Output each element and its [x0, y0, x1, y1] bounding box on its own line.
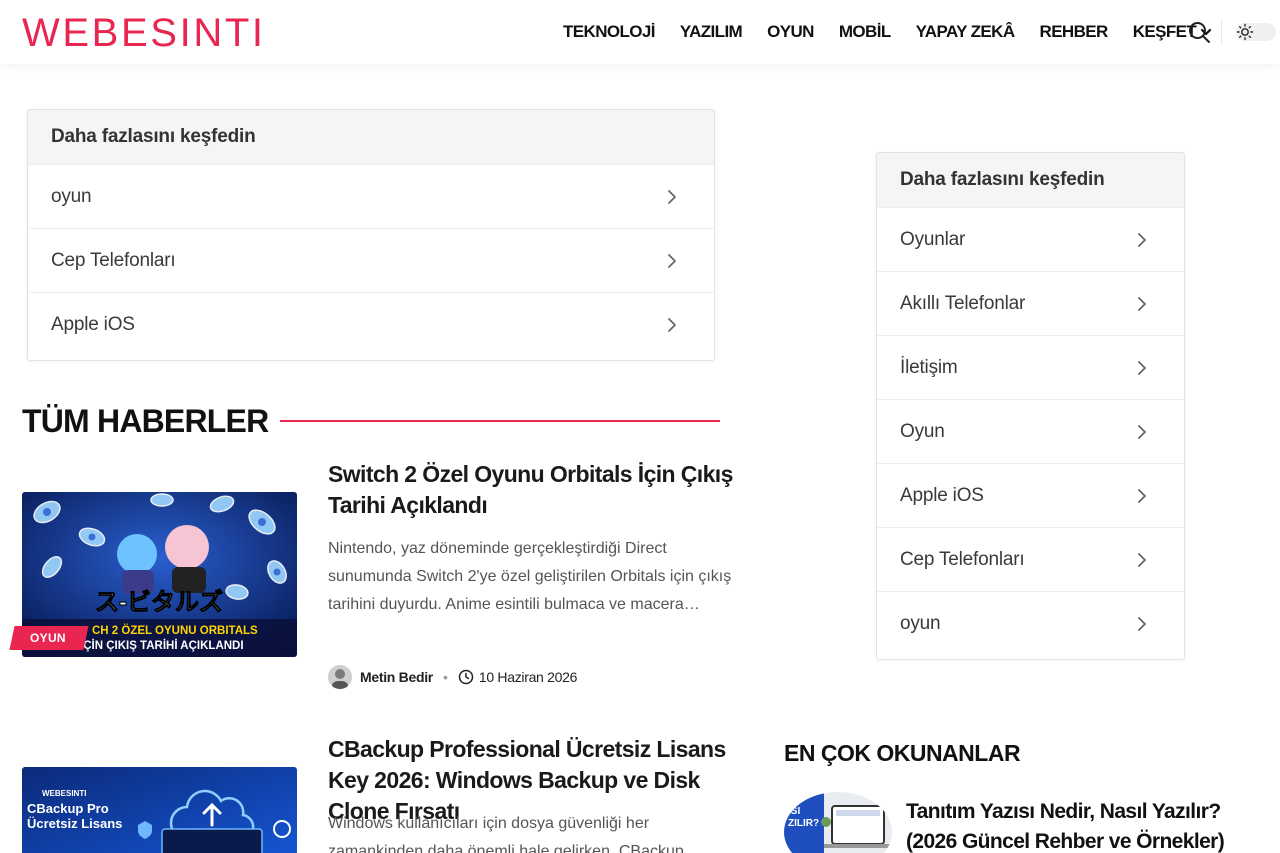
category-badge[interactable]: OYUN	[9, 626, 89, 650]
chevron-right-icon	[1138, 360, 1146, 375]
thumb-caption-2: İÇİN ÇIKIŞ TARİHİ AÇIKLANDI	[80, 639, 244, 652]
post-excerpt: Windows kullanıcıları için dosya güvenli…	[328, 815, 684, 853]
chevron-right-icon	[1138, 232, 1146, 247]
nav-item-mobil[interactable]: MOBİL	[839, 22, 891, 42]
explore-item-label: Akıllı Telefonlar	[900, 292, 1026, 314]
nav-item-teknoloji[interactable]: TEKNOLOJİ	[563, 22, 655, 42]
explore-item[interactable]: oyun	[28, 164, 714, 228]
svg-text:ZILIR?: ZILIR?	[788, 818, 819, 829]
section-title: TÜM HABERLER	[22, 402, 269, 439]
chevron-right-icon	[1138, 424, 1146, 439]
popular-heading: EN ÇOK OKUNANLAR	[784, 740, 1021, 766]
svg-text:WEBESINTI: WEBESINTI	[22, 14, 264, 50]
explore-item[interactable]: İletişim	[877, 335, 1184, 399]
svg-text:ISI: ISI	[788, 806, 800, 817]
section-divider-line	[280, 420, 720, 422]
thumb-brand: WEBESINTI	[42, 789, 86, 798]
explore-item-label: Apple iOS	[51, 313, 135, 335]
chevron-right-icon	[668, 317, 676, 332]
explore-item[interactable]: Apple iOS	[28, 292, 714, 356]
explore-box-sidebar: Daha fazlasını keşfedin Oyunlar Akıllı T…	[876, 152, 1185, 660]
post-title[interactable]: Switch 2 Özel Oyunu Orbitals İçin Çıkış …	[328, 459, 758, 521]
category-badge-label: OYUN	[30, 631, 66, 645]
chevron-right-icon	[668, 189, 676, 204]
thumb-caption-2: Ücretsiz Lisans	[27, 816, 122, 831]
site-header: WEBESINTI TEKNOLOJİ YAZILIM OYUN MOBİL Y…	[0, 0, 1280, 64]
explore-item-label: Oyun	[900, 420, 945, 442]
post-excerpt: Nintendo, yaz döneminde gerçekleştirdiği…	[328, 540, 732, 613]
theme-toggle[interactable]	[1236, 23, 1276, 41]
author-name[interactable]: Metin Bedir	[360, 669, 433, 685]
explore-item-label: Apple iOS	[900, 484, 984, 506]
explore-item[interactable]: Cep Telefonları	[28, 228, 714, 292]
meta-separator: •	[442, 669, 448, 685]
post-meta: Metin Bedir • 10 Haziran 2026	[328, 665, 577, 689]
cbackup-artwork-image: WEBESINTI CBackup Pro Ücretsiz Lisans	[22, 767, 297, 853]
chevron-right-icon	[1138, 616, 1146, 631]
sun-icon	[1236, 23, 1254, 41]
explore-title: Daha fazlasını keşfedin	[28, 110, 714, 164]
explore-item-label: İletişim	[900, 356, 958, 378]
svg-text:ス-ビタルズ: ス-ビタルズ	[95, 588, 223, 616]
explore-item[interactable]: Akıllı Telefonlar	[877, 271, 1184, 335]
header-divider	[1221, 20, 1222, 44]
search-icon[interactable]	[1187, 20, 1211, 44]
explore-box-main: Daha fazlasını keşfedin oyun Cep Telefon…	[27, 109, 715, 361]
explore-item[interactable]: Apple iOS	[877, 463, 1184, 527]
post-date: 10 Haziran 2026	[478, 669, 578, 685]
site-logo[interactable]: WEBESINTI	[22, 14, 267, 50]
chevron-right-icon	[1138, 488, 1146, 503]
nav-item-yapay-zeka[interactable]: YAPAY ZEKÂ	[916, 22, 1015, 42]
popular-thumb-image: ISI ZILIR?	[784, 792, 892, 853]
thumb-caption-1: CBackup Pro	[27, 801, 109, 816]
chevron-right-icon	[1138, 552, 1146, 567]
section-heading: TÜM HABERLER	[22, 403, 720, 439]
explore-title: Daha fazlasını keşfedin	[877, 153, 1184, 207]
clock-icon	[458, 669, 474, 685]
explore-item-label: Oyunlar	[900, 228, 966, 250]
explore-item-label: oyun	[900, 612, 941, 634]
explore-item[interactable]: oyun	[877, 591, 1184, 655]
nav-item-oyun[interactable]: OYUN	[767, 22, 814, 42]
avatar[interactable]	[328, 665, 352, 689]
explore-item[interactable]: Cep Telefonları	[877, 527, 1184, 591]
nav-item-rehber[interactable]: REHBER	[1040, 22, 1109, 42]
thumb-caption-1: CH 2 ÖZEL OYUNU ORBITALS	[92, 624, 258, 637]
explore-item[interactable]: Oyunlar	[877, 207, 1184, 271]
post-thumbnail[interactable]: WEBESINTI CBackup Pro Ücretsiz Lisans	[22, 767, 297, 853]
popular-item-title[interactable]: Tanıtım Yazısı Nedir, Nasıl Yazılır? (20…	[906, 797, 1266, 853]
explore-item-label: Cep Telefonları	[51, 249, 176, 271]
popular-thumbnail[interactable]: ISI ZILIR?	[784, 792, 892, 853]
main-nav: TEKNOLOJİ YAZILIM OYUN MOBİL YAPAY ZEKÂ …	[563, 0, 1212, 64]
explore-item[interactable]: Oyun	[877, 399, 1184, 463]
explore-item-label: oyun	[51, 185, 92, 207]
explore-item-label: Cep Telefonları	[900, 548, 1025, 570]
chevron-right-icon	[668, 253, 676, 268]
nav-item-yazilim[interactable]: YAZILIM	[680, 22, 743, 42]
chevron-right-icon	[1138, 296, 1146, 311]
